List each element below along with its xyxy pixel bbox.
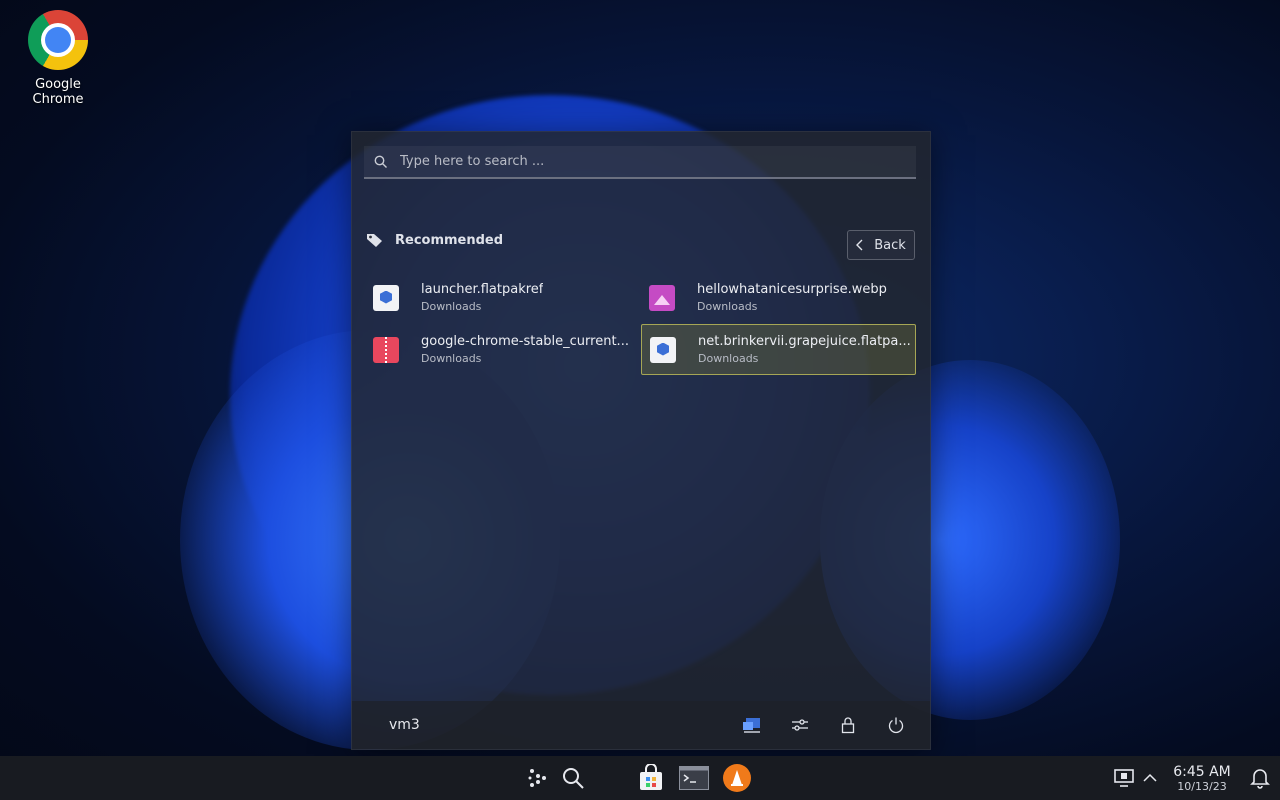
app-launcher-menu: Recommended Back launcher.flatpakref Dow… bbox=[351, 131, 931, 750]
search-bar[interactable] bbox=[364, 146, 916, 179]
recommended-item[interactable]: launcher.flatpakref Downloads bbox=[365, 272, 640, 323]
item-location: Downloads bbox=[698, 352, 759, 365]
switch-user-icon[interactable] bbox=[740, 713, 764, 737]
chrome-icon bbox=[28, 10, 88, 70]
lock-icon[interactable] bbox=[836, 713, 860, 737]
launcher-footer: vm3 bbox=[352, 701, 930, 749]
clock-time: 6:45 AM bbox=[1173, 764, 1231, 780]
search-icon bbox=[374, 155, 387, 168]
search-input[interactable] bbox=[398, 153, 916, 170]
item-name: net.brinkervii.grapejuice.flatpa... bbox=[698, 334, 911, 349]
tag-icon bbox=[367, 234, 382, 247]
desktop-icon-label: Google Chrome bbox=[32, 77, 84, 107]
item-location: Downloads bbox=[421, 300, 482, 313]
system-clock[interactable]: 6:45 AM 10/13/23 bbox=[1168, 765, 1236, 792]
image-file-icon bbox=[649, 284, 675, 311]
settings-sliders-icon[interactable] bbox=[788, 713, 812, 737]
power-icon[interactable] bbox=[884, 713, 908, 737]
app-launcher-icon[interactable] bbox=[522, 762, 554, 794]
recommended-item[interactable]: hellowhatanicesurprise.webp Downloads bbox=[641, 272, 916, 323]
section-title: Recommended bbox=[395, 232, 504, 248]
bell-icon[interactable] bbox=[1244, 762, 1276, 794]
terminal-icon[interactable] bbox=[678, 762, 710, 794]
back-button-label: Back bbox=[874, 237, 906, 253]
vlc-icon[interactable] bbox=[721, 762, 753, 794]
discover-store-icon[interactable] bbox=[635, 762, 667, 794]
item-location: Downloads bbox=[697, 300, 758, 313]
username: vm3 bbox=[389, 717, 420, 733]
item-name: google-chrome-stable_current... bbox=[421, 334, 629, 349]
flatpak-package-icon bbox=[373, 284, 399, 311]
search-icon[interactable] bbox=[557, 762, 589, 794]
item-name: hellowhatanicesurprise.webp bbox=[697, 282, 887, 297]
archive-file-icon bbox=[373, 336, 399, 363]
item-location: Downloads bbox=[421, 352, 482, 365]
clock-date: 10/13/23 bbox=[1177, 780, 1227, 793]
recommended-item[interactable]: net.brinkervii.grapejuice.flatpa... Down… bbox=[641, 324, 916, 375]
recommended-item[interactable]: google-chrome-stable_current... Download… bbox=[365, 324, 640, 375]
recommended-header: Recommended bbox=[366, 232, 503, 248]
desktop-icon-google-chrome[interactable]: Google Chrome bbox=[8, 10, 108, 107]
flatpak-package-icon bbox=[650, 336, 676, 363]
chevron-up-icon[interactable] bbox=[1134, 762, 1166, 794]
back-button[interactable]: Back bbox=[847, 230, 915, 260]
item-name: launcher.flatpakref bbox=[421, 282, 544, 297]
taskbar: 6:45 AM 10/13/23 bbox=[0, 756, 1280, 800]
chevron-left-icon bbox=[856, 239, 863, 251]
